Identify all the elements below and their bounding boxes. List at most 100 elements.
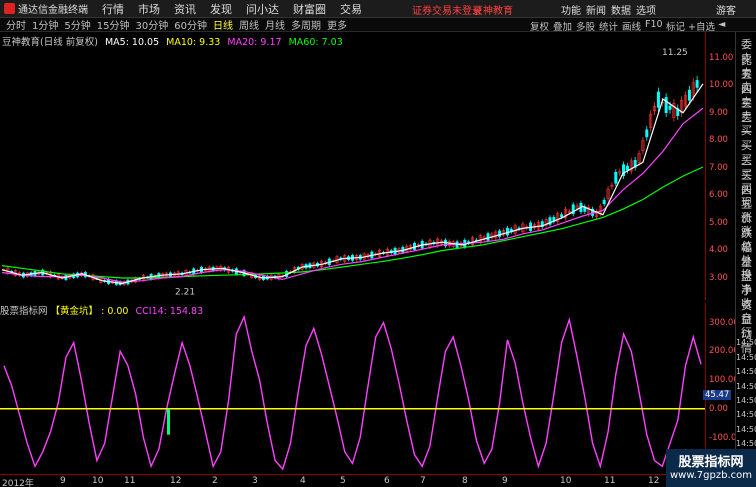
candle-body — [486, 233, 490, 241]
f10-button[interactable]: F10 — [645, 19, 663, 30]
side-panel-item[interactable]: 14:50 — [736, 396, 756, 405]
date-tick-label: 10 — [560, 476, 572, 486]
date-tick-label: 2012年 — [2, 479, 34, 487]
menu-item-quotes[interactable]: 行情 — [102, 1, 124, 17]
candle-body — [645, 129, 649, 138]
tf-1min[interactable]: 1分钟 — [32, 17, 58, 32]
candle-body — [498, 230, 502, 237]
menu-item-trade[interactable]: 交易 — [340, 1, 362, 17]
menu-data[interactable]: 数据 — [611, 2, 631, 17]
date-tick-label: 9 — [60, 476, 66, 486]
price-axis: 11.00 10.00 9.00 8.00 7.00 6.00 5.00 4.00 3.00 — [705, 32, 735, 300]
tf-more[interactable]: 更多 — [327, 17, 347, 32]
candle-body — [668, 105, 672, 110]
menu-item-discover[interactable]: 发现 — [210, 1, 232, 17]
date-tick-label: 11 — [124, 476, 136, 486]
high-price-label: 11.25 — [662, 48, 688, 58]
side-panel-item[interactable]: 14:50 — [736, 353, 756, 362]
price-tick-label: 7.00 — [709, 162, 728, 173]
multi-stock-button[interactable]: 多股 — [576, 19, 595, 33]
ma-line-MA5 — [1, 83, 704, 285]
collapse-icon[interactable]: ◄ — [718, 19, 725, 30]
price-tick-label: 8.00 — [709, 135, 728, 146]
current-cci-label: 45.47 — [703, 389, 732, 400]
price-tick-label: 3.00 — [709, 272, 728, 283]
candle-body — [505, 227, 509, 236]
tf-monthly[interactable]: 月线 — [265, 17, 285, 32]
menu-newsfeed[interactable]: 新闻 — [586, 2, 606, 17]
mark-button[interactable]: 标记 — [666, 19, 685, 33]
cci-line — [3, 314, 702, 471]
side-panel-item[interactable]: 14:50 — [736, 425, 756, 434]
cci-tick-label: 0.00 — [709, 403, 728, 414]
side-panel-item[interactable]: 14:50 — [736, 338, 756, 347]
low-price-label: 2.21 — [175, 287, 195, 297]
tf-15min[interactable]: 15分钟 — [97, 17, 130, 32]
date-tick-label: 8 — [462, 476, 468, 486]
date-tick-label: 7 — [420, 476, 426, 486]
tf-daily[interactable]: 日线 — [213, 17, 233, 32]
indicator-axis: 300.00200.00100.000.00-100.00-200.0045.4… — [703, 303, 742, 473]
watermark-title: 股票指标网 — [678, 455, 744, 470]
price-tick-label: 5.00 — [709, 217, 728, 228]
date-tick-label: 3 — [252, 476, 258, 486]
candle-body — [687, 89, 691, 101]
stock-name-link[interactable]: 豆神教育 — [473, 2, 513, 17]
menu-options[interactable]: 选项 — [636, 2, 656, 17]
date-tick-label: 2 — [212, 476, 218, 486]
candle-body — [656, 91, 660, 108]
tf-multi[interactable]: 多周期 — [291, 17, 321, 32]
price-tick-label: 11.00 — [709, 52, 734, 63]
menu-item-market[interactable]: 市场 — [138, 1, 160, 17]
date-tick-label: 5 — [340, 476, 346, 486]
add-watchlist-button[interactable]: +自选 — [688, 19, 715, 33]
site-watermark: 股票指标网 www.7gpzb.com — [666, 449, 756, 487]
price-tick-label: 10.00 — [709, 80, 734, 91]
overlay-button[interactable]: 叠加 — [553, 19, 572, 33]
watermark-url: www.7gpzb.com — [670, 470, 752, 481]
gold-pit-bar — [167, 408, 170, 435]
side-panel-item[interactable]: 14:50 — [736, 382, 756, 391]
tf-60min[interactable]: 60分钟 — [174, 17, 207, 32]
candle-body — [664, 97, 668, 113]
price-tick-label: 6.00 — [709, 190, 728, 201]
side-panel-item[interactable]: 14:50 — [736, 439, 756, 448]
date-tick-label: 4 — [300, 476, 306, 486]
candle-body — [625, 165, 629, 171]
candle-body — [695, 80, 699, 88]
adjust-button[interactable]: 复权 — [530, 19, 549, 33]
login-status-link[interactable]: 证券交易未登录 — [412, 2, 482, 17]
date-tick-label: 10 — [92, 476, 104, 486]
stats-button[interactable]: 统计 — [599, 19, 618, 33]
date-tick-label: 9 — [502, 476, 508, 486]
price-tick-label: 9.00 — [709, 107, 728, 118]
tf-30min[interactable]: 30分钟 — [135, 17, 168, 32]
indicator-chart[interactable] — [0, 314, 705, 472]
side-panel-item[interactable]: 14:50 — [736, 367, 756, 376]
price-tick-label: 4.00 — [709, 245, 728, 256]
menu-item-ask[interactable]: 问小达 — [246, 1, 279, 17]
menu-item-news[interactable]: 资讯 — [174, 1, 196, 17]
date-tick-label: 12 — [648, 476, 660, 486]
app-title: 通达信金融终端 — [18, 5, 88, 16]
draw-button[interactable]: 画线 — [622, 19, 641, 33]
timeframe-bar: 分时 1分钟 5分钟 15分钟 30分钟 60分钟 日线 周线 月线 多周期 更… — [0, 17, 756, 33]
menu-item-wealth[interactable]: 财富圈 — [293, 1, 326, 17]
menu-bar: 通达信金融终端 行情 市场 资讯 发现 问小达 财富圈 交易 证券交易未登录 豆… — [0, 0, 756, 18]
menu-function[interactable]: 功能 — [561, 2, 581, 17]
app-logo-icon — [4, 3, 15, 14]
price-chart[interactable]: 11.25 2.21 — [0, 44, 705, 300]
tf-intraday[interactable]: 分时 — [6, 17, 26, 32]
tf-5min[interactable]: 5分钟 — [64, 17, 90, 32]
date-tick-label: 6 — [384, 476, 390, 486]
date-axis: 2012年9101112234567891011121 — [0, 474, 705, 487]
candle-body — [560, 214, 564, 218]
date-tick-label: 11 — [604, 476, 616, 486]
tf-weekly[interactable]: 周线 — [239, 17, 259, 32]
guest-user[interactable]: 游客 — [716, 2, 736, 17]
candle-body — [602, 199, 606, 205]
candle-body — [614, 171, 618, 184]
date-tick-label: 12 — [170, 476, 182, 486]
quote-side-panel[interactable]: 委比 卖五 卖四 卖三 卖二 卖一 买一 买二 买三 买四 买五 现价 涨跌 涨幅 总量 外盘 换手 净资 收益 自动… — [735, 32, 756, 474]
side-panel-item[interactable]: 14:50 — [736, 410, 756, 419]
